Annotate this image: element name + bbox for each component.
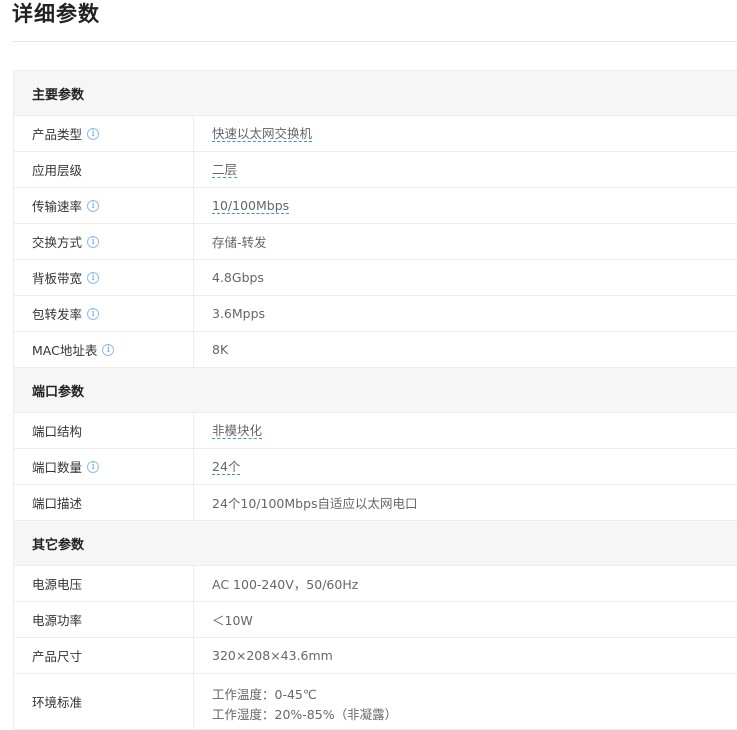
spec-row: 应用层级 二层 [14,152,737,188]
title-divider [12,41,737,42]
spec-row: 传输速率 i 10/100Mbps [14,188,737,224]
info-circle-icon[interactable]: i [87,199,100,212]
spec-label: 应用层级 [32,163,83,178]
spec-label: 电源电压 [32,577,83,592]
spec-value-link[interactable]: 非模块化 [212,423,263,439]
spec-value-cell: 10/100Mbps [194,188,737,223]
spec-label: MAC地址表 [32,343,98,358]
section-header: 端口参数 [14,368,737,413]
spec-value-cell: 快速以太网交换机 [194,116,737,151]
spec-label-cell: 应用层级 [14,152,194,187]
spec-label: 电源功率 [32,613,83,628]
spec-value-cell: 非模块化 [194,413,737,448]
spec-label-cell: 包转发率 i [14,296,194,331]
spec-value-cell: 二层 [194,152,737,187]
spec-row: 环境标准 工作温度：0-45℃ 工作湿度：20%-85%（非凝露） [14,674,737,730]
spec-value-cell: 工作温度：0-45℃ 工作湿度：20%-85%（非凝露） [194,674,737,729]
spec-value: 320×208×43.6mm [212,648,333,663]
spec-label: 环境标准 [32,695,83,710]
spec-row: 电源电压 AC 100-240V，50/60Hz [14,566,737,602]
spec-label-cell: 传输速率 i [14,188,194,223]
info-circle-icon[interactable]: i [102,343,115,356]
spec-value: 存储-转发 [212,235,267,250]
spec-label: 端口数量 [32,460,83,475]
spec-label-cell: 端口描述 [14,485,194,520]
spec-value: 8K [212,342,229,357]
section-header: 其它参数 [14,521,737,566]
info-circle-icon[interactable]: i [87,271,100,284]
spec-value-cell: 3.6Mpps [194,296,737,331]
spec-value-cell: 320×208×43.6mm [194,638,737,673]
spec-value-link[interactable]: 快速以太网交换机 [212,126,313,142]
spec-row: 包转发率 i 3.6Mpps [14,296,737,332]
spec-label: 背板带宽 [32,271,83,286]
spec-label-cell: MAC地址表 i [14,332,194,367]
spec-row: 产品类型 i 快速以太网交换机 [14,116,737,152]
info-circle-icon[interactable]: i [87,235,100,248]
spec-value-cell: 24个 [194,449,737,484]
spec-value-cell: ＜10W [194,602,737,637]
spec-label: 产品类型 [32,127,83,142]
spec-label-cell: 端口数量 i [14,449,194,484]
spec-row: 端口数量 i 24个 [14,449,737,485]
spec-value: 24个10/100Mbps自适应以太网电口 [212,496,418,511]
info-circle-icon[interactable]: i [87,307,100,320]
spec-value-link[interactable]: 24个 [212,459,241,475]
spec-row: 交换方式 i 存储-转发 [14,224,737,260]
spec-value-cell: 存储-转发 [194,224,737,259]
spec-value-line: 工作湿度：20%-85%（非凝露） [212,706,398,722]
spec-label-cell: 电源功率 [14,602,194,637]
spec-table: 主要参数产品类型 i 快速以太网交换机应用层级 二层传输速率 i 10/100Mbps 交换… [13,70,737,730]
spec-label: 传输速率 [32,199,83,214]
spec-label: 交换方式 [32,235,83,250]
spec-row: 产品尺寸 320×208×43.6mm [14,638,737,674]
spec-value: 3.6Mpps [212,306,266,321]
spec-row: 端口结构 非模块化 [14,413,737,449]
spec-value-cell: AC 100-240V，50/60Hz [194,566,737,601]
spec-row: MAC地址表 i 8K [14,332,737,368]
spec-value: 4.8Gbps [212,270,264,285]
spec-value: AC 100-240V，50/60Hz [212,577,359,592]
spec-label: 产品尺寸 [32,649,83,664]
section-header: 主要参数 [14,71,737,116]
spec-label-cell: 端口结构 [14,413,194,448]
info-circle-icon[interactable]: i [87,127,100,140]
spec-label-cell: 交换方式 i [14,224,194,259]
spec-label-cell: 环境标准 [14,674,194,729]
spec-label: 端口描述 [32,496,83,511]
spec-label: 包转发率 [32,307,83,322]
spec-label: 端口结构 [32,424,83,439]
spec-label-cell: 电源电压 [14,566,194,601]
spec-value-link[interactable]: 10/100Mbps [212,198,290,214]
spec-value-cell: 8K [194,332,737,367]
spec-row: 背板带宽 i 4.8Gbps [14,260,737,296]
info-circle-icon[interactable]: i [87,460,100,473]
spec-row: 电源功率 ＜10W [14,602,737,638]
spec-label-cell: 产品类型 i [14,116,194,151]
page-title: 详细参数 [12,2,100,26]
spec-value-link[interactable]: 二层 [212,162,238,178]
spec-label-cell: 产品尺寸 [14,638,194,673]
spec-value-cell: 24个10/100Mbps自适应以太网电口 [194,485,737,520]
spec-value-cell: 4.8Gbps [194,260,737,295]
spec-label-cell: 背板带宽 i [14,260,194,295]
spec-value-line: 工作温度：0-45℃ [212,686,317,702]
spec-row: 端口描述 24个10/100Mbps自适应以太网电口 [14,485,737,521]
spec-value: ＜10W [212,613,253,628]
